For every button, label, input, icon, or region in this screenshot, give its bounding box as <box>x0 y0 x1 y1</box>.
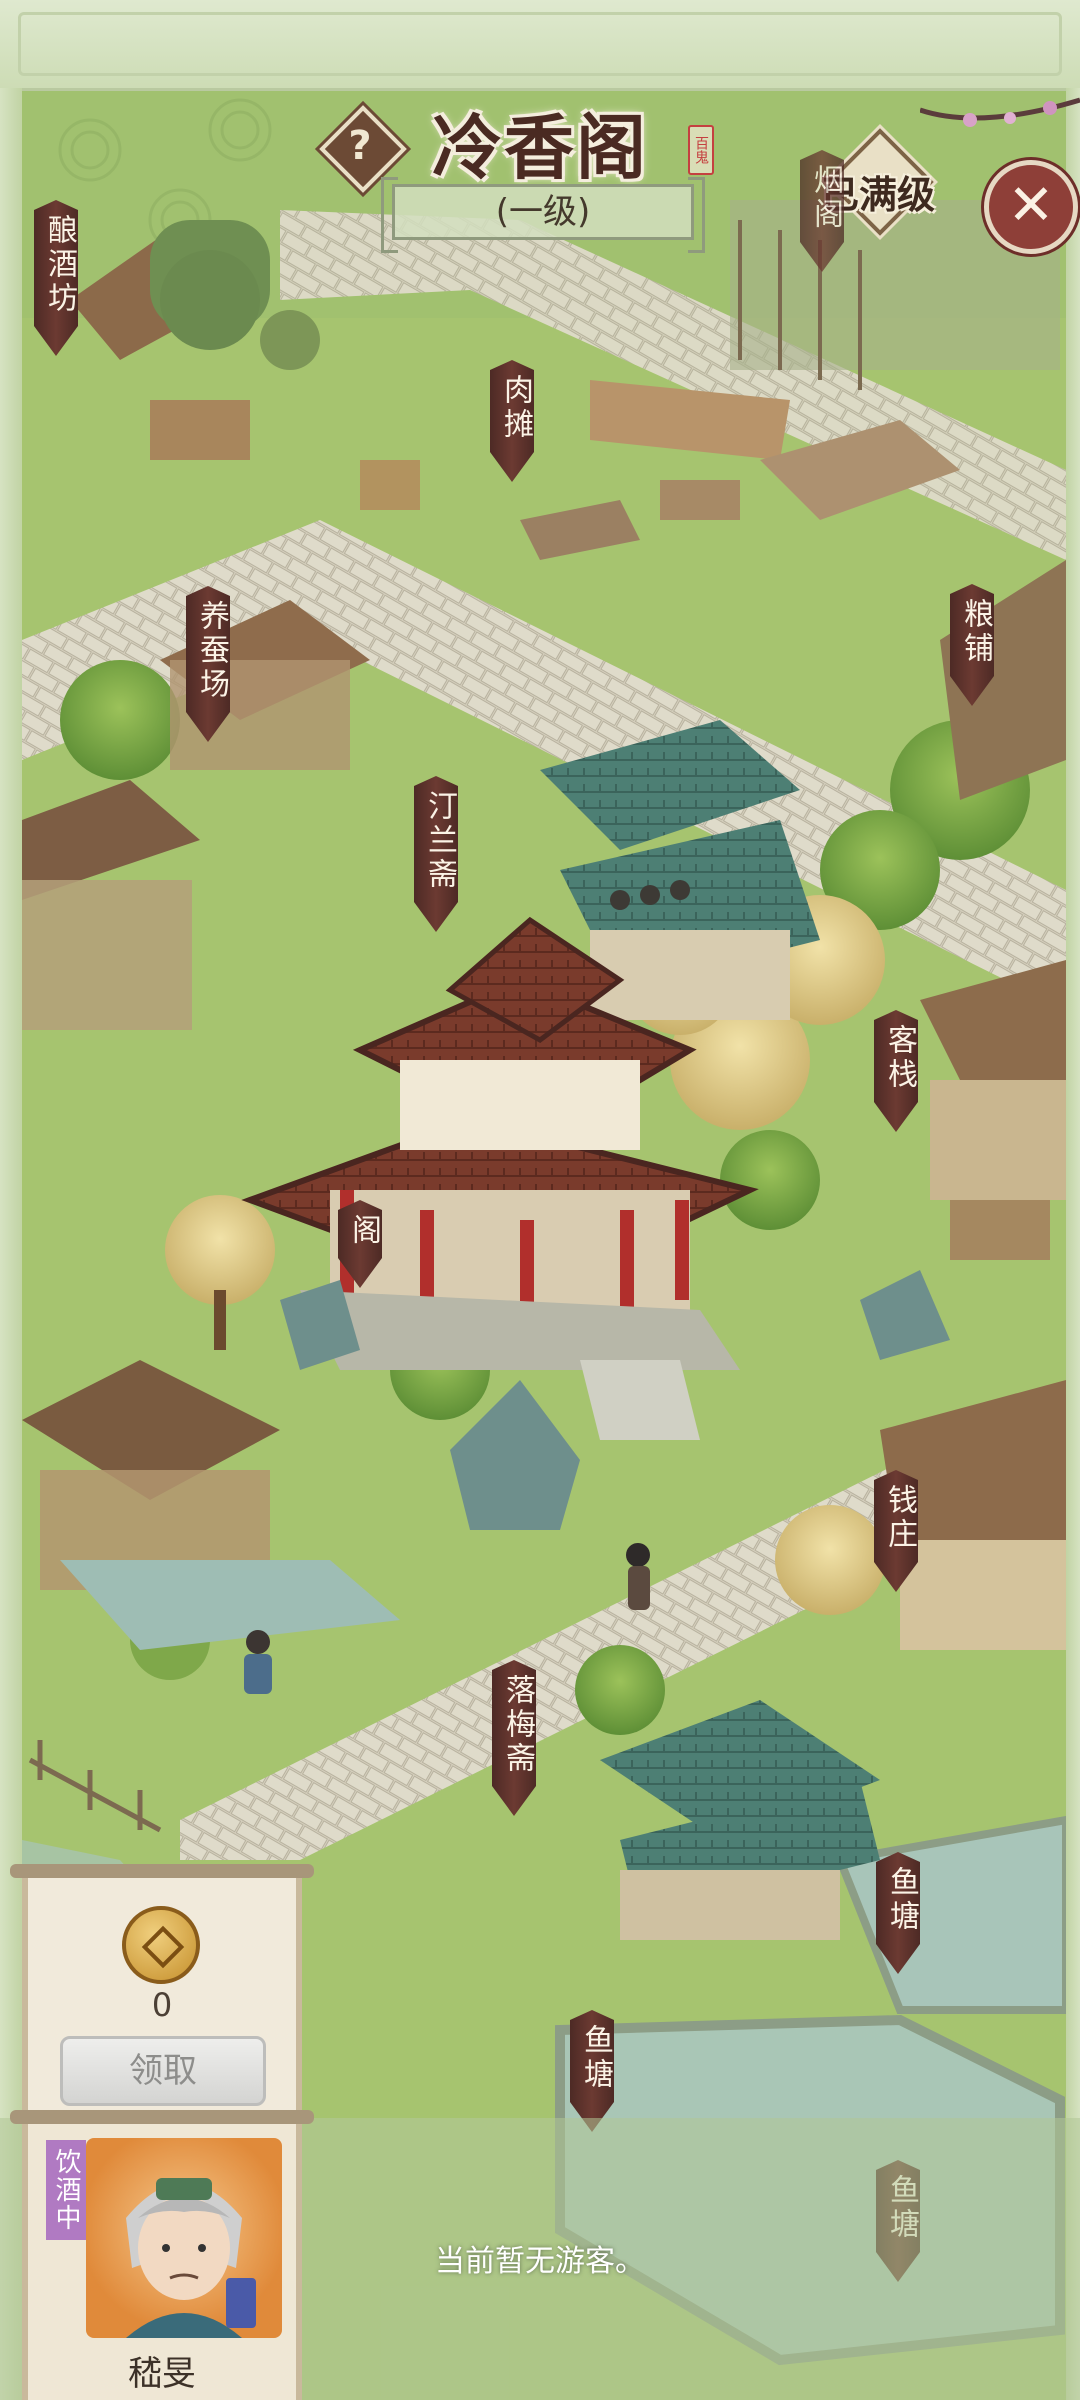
seal-stamp: 百鬼 <box>688 125 714 175</box>
game-stage: ? 冷香阁 百鬼 (一级) 已满级 ✕ 酿酒坊 烟阁 肉摊 养蚕场 粮铺 汀兰斋… <box>0 0 1080 2400</box>
coin-icon <box>122 1906 200 1984</box>
close-button[interactable]: ✕ <box>984 160 1078 254</box>
label-silkworm-farm[interactable]: 养蚕场 <box>186 586 230 742</box>
level-indicator: (一级) <box>381 177 705 253</box>
character-name: 嵇旻 <box>128 2354 196 2394</box>
right-frame <box>1066 88 1080 2400</box>
label-brewery[interactable]: 酿酒坊 <box>34 200 78 356</box>
label-luomei-hall[interactable]: 落梅斋 <box>492 1660 536 1816</box>
label-tinglan-hall[interactable]: 汀兰斋 <box>414 776 458 932</box>
claim-button[interactable]: 领取 <box>60 2036 266 2106</box>
reward-panel: 0 领取 <box>10 1864 314 2122</box>
help-button[interactable]: ? <box>319 105 407 193</box>
page-title: 冷香阁 <box>432 106 648 189</box>
character-card[interactable]: 饮酒中 嵇旻 <box>10 2110 314 2400</box>
coin-amount: 0 <box>151 1986 173 2024</box>
character-portrait[interactable] <box>86 2138 282 2338</box>
elder-portrait-icon <box>126 2178 256 2338</box>
status-tag: 饮酒中 <box>46 2140 86 2240</box>
top-frame <box>0 0 1080 91</box>
left-frame <box>0 88 22 2400</box>
plum-branch-decoration <box>920 97 1080 127</box>
close-icon: ✕ <box>1007 173 1055 238</box>
question-icon: ? <box>348 123 372 169</box>
